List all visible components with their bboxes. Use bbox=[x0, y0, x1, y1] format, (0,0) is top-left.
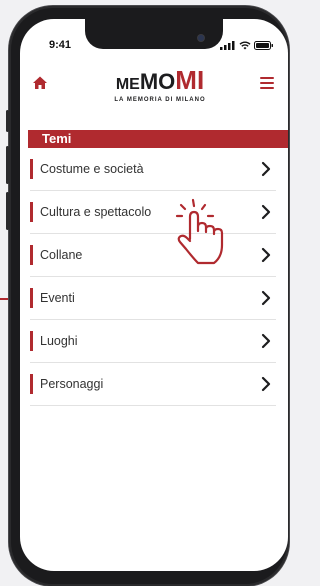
memomi-logo: MEMOMI LA MEMORIA DI MILANO bbox=[105, 67, 215, 103]
item-accent-bar bbox=[30, 288, 33, 308]
mute-switch bbox=[6, 110, 9, 132]
item-accent-bar bbox=[30, 245, 33, 265]
item-accent-bar bbox=[30, 374, 33, 394]
logo-me: ME bbox=[115, 76, 140, 93]
home-icon[interactable] bbox=[32, 75, 48, 91]
list-item-cultura[interactable]: Cultura e spettacolo bbox=[30, 191, 276, 234]
list-item-luoghi[interactable]: Luoghi bbox=[30, 320, 276, 363]
list-item-label: Luoghi bbox=[40, 334, 78, 348]
logo-mo: MO bbox=[139, 69, 176, 94]
list-item-label: Cultura e spettacolo bbox=[40, 205, 152, 219]
logo-mi: MI bbox=[175, 65, 205, 95]
item-accent-bar bbox=[30, 331, 33, 351]
tap-hand-icon bbox=[175, 198, 224, 265]
list-item-label: Eventi bbox=[40, 291, 75, 305]
item-accent-bar bbox=[30, 202, 33, 222]
chevron-right-icon bbox=[261, 290, 271, 306]
notch bbox=[85, 19, 223, 49]
status-time: 9:41 bbox=[49, 39, 72, 51]
list-item-label: Collane bbox=[40, 248, 83, 262]
battery-icon bbox=[254, 41, 273, 50]
chevron-right-icon bbox=[261, 247, 271, 263]
volume-up-button bbox=[6, 146, 9, 184]
list-item-label: Costume e società bbox=[40, 162, 144, 176]
chevron-right-icon bbox=[261, 376, 271, 392]
section-title-temi: Temi bbox=[28, 130, 288, 148]
list-item-collane[interactable]: Collane bbox=[30, 234, 276, 277]
wifi-icon bbox=[239, 41, 251, 50]
camera bbox=[198, 35, 204, 41]
phone-screen: 9:41 MEMOMI LA MEMORIA DI MILANO Temi Co… bbox=[20, 19, 288, 571]
list-item-personaggi[interactable]: Personaggi bbox=[30, 363, 276, 406]
chevron-right-icon bbox=[261, 333, 271, 349]
status-icons bbox=[220, 41, 274, 50]
list-item-costume[interactable]: Costume e società bbox=[30, 148, 276, 191]
temi-list: Costume e società Cultura e spettacolo C… bbox=[30, 148, 276, 406]
list-item-eventi[interactable]: Eventi bbox=[30, 277, 276, 320]
list-item-label: Personaggi bbox=[40, 377, 104, 391]
chevron-right-icon bbox=[261, 161, 271, 177]
signal-icon bbox=[220, 41, 235, 50]
chevron-right-icon bbox=[261, 204, 271, 220]
logo-subtitle: LA MEMORIA DI MILANO bbox=[114, 97, 206, 103]
hamburger-menu-icon[interactable] bbox=[260, 77, 274, 89]
volume-down-button bbox=[6, 192, 9, 230]
item-accent-bar bbox=[30, 159, 33, 179]
